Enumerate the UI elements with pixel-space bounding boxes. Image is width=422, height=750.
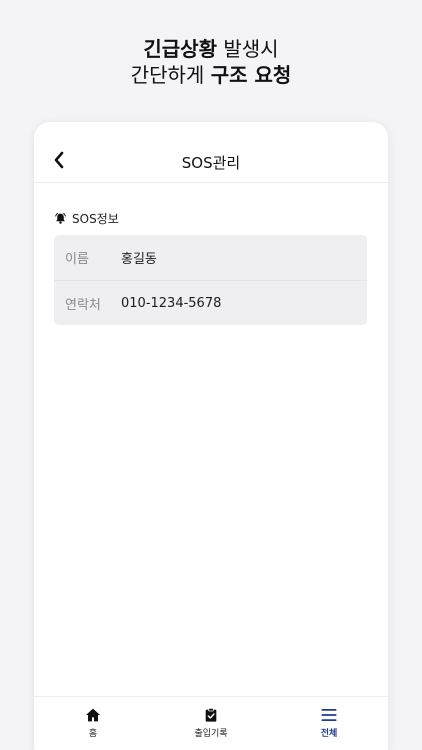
headline-line-1-rest: 발생시 <box>217 37 279 61</box>
app-screen: SOS관리 SOS정보 이름 홍길동 연락처 010-1234-5678 홈 출… <box>34 122 388 750</box>
nav-home[interactable]: 홈 <box>34 697 152 750</box>
info-row-contact: 연락처 010-1234-5678 <box>54 280 367 325</box>
info-value-name: 홍길동 <box>121 252 157 267</box>
info-key-contact: 연락처 <box>65 297 101 313</box>
menu-icon <box>321 709 337 721</box>
bottom-nav: 홈 출입기록 전체 <box>34 696 388 750</box>
headline-line-1-bold: 긴급상황 <box>143 37 218 61</box>
page-title: SOS관리 <box>181 153 241 172</box>
chevron-left-icon <box>54 151 64 169</box>
headline-line-1: 긴급상황 발생시 <box>0 36 422 62</box>
info-value-contact: 010-1234-5678 <box>121 295 222 311</box>
headline-line-2-rest: 간단하게 <box>130 63 211 87</box>
info-key-name: 이름 <box>65 252 89 267</box>
headline-line-2: 간단하게 구조 요청 <box>0 62 422 88</box>
nav-access-log[interactable]: 출입기록 <box>152 697 270 750</box>
top-bar: SOS관리 <box>34 122 388 183</box>
section-label-text: SOS정보 <box>72 212 119 226</box>
bell-ringing-icon <box>55 212 66 224</box>
sos-info-card: 이름 홍길동 연락처 010-1234-5678 <box>54 235 367 325</box>
nav-all[interactable]: 전체 <box>270 697 388 750</box>
clipboard-icon <box>205 707 217 722</box>
home-icon <box>86 708 100 722</box>
sos-info-section-label: SOS정보 <box>54 210 119 227</box>
promo-headline: 긴급상황 발생시 간단하게 구조 요청 <box>0 36 422 88</box>
nav-home-label: 홈 <box>88 729 98 739</box>
nav-all-label: 전체 <box>320 729 338 739</box>
back-button[interactable] <box>48 149 70 171</box>
info-row-name: 이름 홍길동 <box>54 235 367 280</box>
nav-access-log-label: 출입기록 <box>194 729 228 739</box>
headline-line-2-bold: 구조 요청 <box>210 63 292 87</box>
